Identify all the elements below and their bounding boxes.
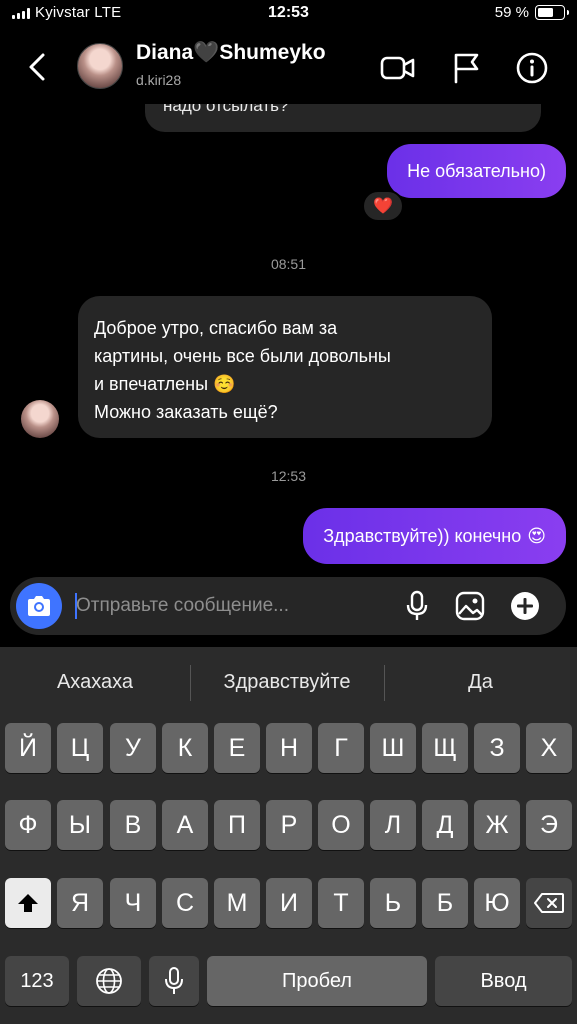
battery-percent: 59 % — [494, 4, 529, 21]
message-text: Здравствуйте)) конечно — [323, 525, 522, 546]
reaction-badge[interactable]: ❤️ — [362, 190, 404, 222]
backspace-key[interactable] — [526, 878, 572, 928]
key-letter[interactable]: В — [110, 800, 156, 850]
message-composer — [10, 577, 566, 635]
sender-avatar[interactable] — [21, 400, 59, 438]
key-letter[interactable]: М — [214, 878, 260, 928]
key-letter[interactable]: Е — [214, 723, 260, 773]
key-letter[interactable]: Ц — [57, 723, 103, 773]
chat-header: Diana🖤Shumeyko d.kiri28 — [0, 28, 577, 106]
sticker-button[interactable] — [508, 589, 542, 623]
key-letter[interactable]: Й — [5, 723, 51, 773]
key-letter[interactable]: К — [162, 723, 208, 773]
suggestion-1[interactable]: Ахахаха — [0, 671, 190, 694]
previous-message-text: надо отсылать? — [163, 104, 289, 115]
back-icon — [29, 53, 45, 81]
dictation-key[interactable] — [149, 956, 199, 1006]
key-letter[interactable]: Э — [526, 800, 572, 850]
shift-key[interactable] — [5, 878, 51, 928]
system-keyboard: Ахахаха Здравствуйте Да Й Ц У К Е Н Г Ш … — [0, 647, 577, 1024]
outgoing-message[interactable]: Не обязательно) — [387, 144, 566, 198]
status-bar: Kyivstar LTE 12:53 59 % — [0, 0, 577, 26]
globe-key[interactable] — [77, 956, 141, 1006]
sticker-icon — [511, 592, 539, 620]
microphone-icon — [406, 590, 428, 620]
key-letter[interactable]: Б — [422, 878, 468, 928]
key-letter[interactable]: Р — [266, 800, 312, 850]
video-call-button[interactable] — [380, 50, 416, 86]
status-time: 12:53 — [268, 4, 309, 21]
camera-button[interactable] — [16, 583, 62, 629]
key-letter[interactable]: Д — [422, 800, 468, 850]
message-line: Можно заказать ещё? — [94, 402, 278, 422]
key-letter[interactable]: Ф — [5, 800, 51, 850]
message-timestamp: 08:51 — [270, 256, 307, 272]
predictive-text-bar: Ахахаха Здравствуйте Да — [0, 647, 577, 723]
gallery-button[interactable] — [453, 589, 487, 623]
key-letter[interactable]: Х — [526, 723, 572, 773]
key-letter[interactable]: С — [162, 878, 208, 928]
globe-icon — [96, 968, 122, 994]
message-line: Доброе утро, спасибо вам за — [94, 318, 338, 338]
dictation-icon — [165, 967, 183, 994]
key-letter[interactable]: Ш — [370, 723, 416, 773]
key-letter[interactable]: А — [162, 800, 208, 850]
contact-name[interactable]: Diana🖤Shumeyko — [136, 41, 326, 65]
voice-message-button[interactable] — [400, 589, 434, 623]
outgoing-message[interactable]: Здравствуйте)) конечно 😍 — [303, 508, 566, 564]
key-letter[interactable]: Ы — [57, 800, 103, 850]
heart-eyes-emoji: 😍 — [527, 525, 546, 546]
video-call-icon — [380, 56, 415, 80]
message-input[interactable] — [76, 591, 386, 621]
key-letter[interactable]: З — [474, 723, 520, 773]
key-letter[interactable]: Л — [370, 800, 416, 850]
info-button[interactable] — [514, 50, 550, 86]
backspace-icon — [534, 893, 564, 913]
message-line: картины, очень все были довольны — [94, 346, 391, 366]
incoming-message[interactable]: Доброе утро, спасибо вам за картины, оче… — [78, 296, 492, 438]
key-letter[interactable]: И — [266, 878, 312, 928]
return-key[interactable]: Ввод — [435, 956, 572, 1006]
suggestion-2[interactable]: Здравствуйте — [190, 671, 384, 694]
key-letter[interactable]: Г — [318, 723, 364, 773]
back-button[interactable] — [22, 50, 52, 84]
key-letter[interactable]: Н — [266, 723, 312, 773]
camera-icon — [28, 596, 50, 616]
key-letter[interactable]: Ч — [110, 878, 156, 928]
key-letter[interactable]: У — [110, 723, 156, 773]
key-letter[interactable]: О — [318, 800, 364, 850]
suggestion-3[interactable]: Да — [384, 671, 577, 694]
numbers-key[interactable]: 123 — [5, 956, 69, 1006]
contact-avatar[interactable] — [77, 43, 123, 89]
key-letter[interactable]: Щ — [422, 723, 468, 773]
report-button[interactable] — [448, 50, 484, 86]
message-thread[interactable]: надо отсылать? Не обязательно) ❤️ 08:51 … — [0, 104, 577, 574]
message-text: Не обязательно) — [407, 160, 546, 181]
key-letter[interactable]: Ж — [474, 800, 520, 850]
info-icon — [516, 52, 548, 84]
message-timestamp: 12:53 — [270, 468, 307, 484]
flag-icon — [454, 53, 479, 84]
shift-icon — [18, 894, 38, 912]
gallery-icon — [455, 591, 485, 621]
heart-reaction: ❤️ — [373, 198, 393, 215]
key-letter[interactable]: Ь — [370, 878, 416, 928]
battery-icon — [535, 5, 569, 20]
key-letter[interactable]: Ю — [474, 878, 520, 928]
key-letter[interactable]: Т — [318, 878, 364, 928]
message-line: и впечатлены ☺️ — [94, 374, 236, 394]
key-letter[interactable]: П — [214, 800, 260, 850]
space-key[interactable]: Пробел — [207, 956, 427, 1006]
contact-handle[interactable]: d.kiri28 — [136, 72, 181, 88]
key-letter[interactable]: Я — [57, 878, 103, 928]
